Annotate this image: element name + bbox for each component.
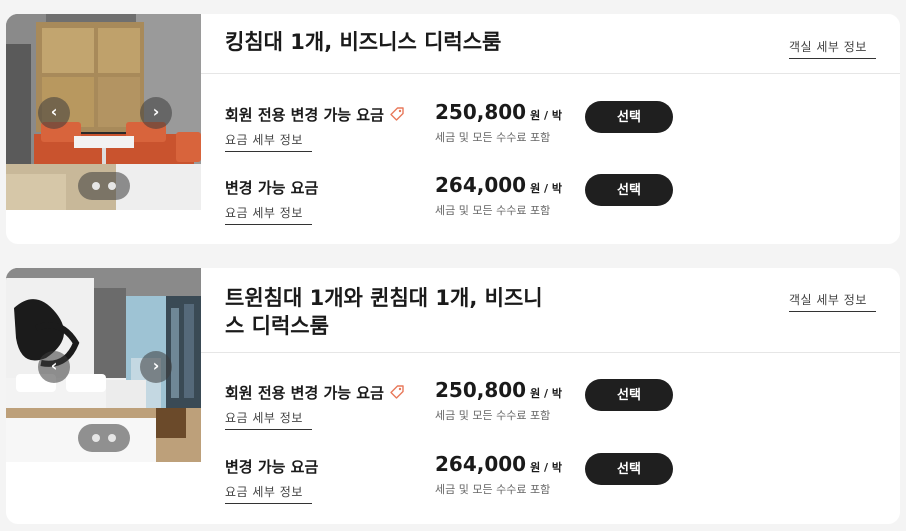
rate-details-link[interactable]: 요금 세부 정보: [225, 204, 312, 225]
room-card: ‹ › 킹침대 1개, 비즈니스 디럭스룸 객실 세부 정보 회원 전용 변경 …: [6, 14, 900, 244]
price-amount: 264,000: [435, 452, 527, 476]
carousel-dot[interactable]: [92, 182, 100, 190]
divider: [201, 73, 900, 74]
rate-name: 회원 전용 변경 가능 요금: [225, 104, 405, 126]
price: 264,000 원 / 박: [435, 452, 562, 476]
rate-name-label: 변경 가능 요금: [225, 458, 319, 476]
room-title: 킹침대 1개, 비즈니스 디럭스룸: [225, 30, 502, 54]
rate-name: 변경 가능 요금: [225, 177, 318, 198]
room-card: ‹ › 트윈침대 1개와 퀸침대 1개, 비즈니스 디럭스룸 객실 세부 정보 …: [6, 268, 900, 524]
carousel-dots: [78, 172, 130, 200]
tag-icon: [389, 106, 405, 126]
rate-name: 변경 가능 요금: [225, 456, 318, 477]
divider: [201, 352, 900, 353]
rate-row: 회원 전용 변경 가능 요금 요금 세부 정보 250,800 원 / 박 세금 …: [225, 378, 895, 442]
price-amount: 250,800: [435, 378, 527, 402]
price: 264,000 원 / 박: [435, 173, 562, 197]
room-details-link[interactable]: 객실 세부 정보: [789, 291, 876, 312]
price-note: 세금 및 모든 수수료 포함: [435, 409, 551, 422]
rate-row: 회원 전용 변경 가능 요금 요금 세부 정보 250,800 원 / 박 세금 …: [225, 100, 895, 164]
chevron-right-icon[interactable]: ›: [140, 351, 172, 383]
room-photo[interactable]: ‹ ›: [6, 14, 201, 210]
price-amount: 250,800: [435, 100, 527, 124]
price-unit: 원 / 박: [530, 109, 563, 122]
carousel-dot[interactable]: [108, 434, 116, 442]
price-note: 세금 및 모든 수수료 포함: [435, 131, 551, 144]
carousel-dot[interactable]: [108, 182, 116, 190]
room-photo[interactable]: ‹ ›: [6, 268, 201, 462]
rate-name: 회원 전용 변경 가능 요금: [225, 382, 405, 404]
rate-row: 변경 가능 요금 요금 세부 정보 264,000 원 / 박 세금 및 모든 수…: [225, 452, 895, 516]
select-button[interactable]: 선택: [585, 101, 673, 133]
rate-details-link[interactable]: 요금 세부 정보: [225, 483, 312, 504]
price-amount: 264,000: [435, 173, 527, 197]
price: 250,800 원 / 박: [435, 378, 562, 402]
rate-name-label: 회원 전용 변경 가능 요금: [225, 384, 384, 402]
price-unit: 원 / 박: [530, 387, 563, 400]
rate-name-label: 변경 가능 요금: [225, 179, 319, 197]
carousel-dots: [78, 424, 130, 452]
chevron-right-icon[interactable]: ›: [140, 97, 172, 129]
rate-details-link[interactable]: 요금 세부 정보: [225, 409, 312, 430]
room-details-link[interactable]: 객실 세부 정보: [789, 38, 876, 59]
select-button[interactable]: 선택: [585, 174, 673, 206]
select-button[interactable]: 선택: [585, 453, 673, 485]
rate-details-link[interactable]: 요금 세부 정보: [225, 131, 312, 152]
room-title: 트윈침대 1개와 퀸침대 1개, 비즈니스 디럭스룸: [225, 286, 543, 338]
price-note: 세금 및 모든 수수료 포함: [435, 483, 551, 496]
carousel-dot[interactable]: [92, 434, 100, 442]
price-unit: 원 / 박: [530, 182, 563, 195]
price-note: 세금 및 모든 수수료 포함: [435, 204, 551, 217]
chevron-left-icon[interactable]: ‹: [38, 351, 70, 383]
price-unit: 원 / 박: [530, 461, 563, 474]
rate-row: 변경 가능 요금 요금 세부 정보 264,000 원 / 박 세금 및 모든 수…: [225, 173, 895, 237]
chevron-left-icon[interactable]: ‹: [38, 97, 70, 129]
rate-name-label: 회원 전용 변경 가능 요금: [225, 106, 384, 124]
price: 250,800 원 / 박: [435, 100, 562, 124]
select-button[interactable]: 선택: [585, 379, 673, 411]
tag-icon: [389, 384, 405, 404]
